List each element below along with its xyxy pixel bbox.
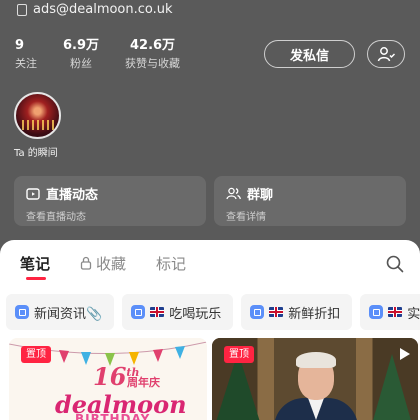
- note-icon: [15, 305, 29, 319]
- chip-deals[interactable]: 新鲜折扣: [241, 294, 353, 330]
- content-sheet: 笔记 收藏 标记 新闻资讯📎 吃喝玩乐 新鲜折扣 实 置顶 16th 周年庆 d…: [0, 240, 420, 420]
- pinned-badge: 置顶: [21, 346, 51, 363]
- message-button[interactable]: 发私信: [264, 40, 355, 68]
- live-card-subtitle: 查看直播动态: [26, 212, 86, 223]
- group-card-title: 群聊: [226, 184, 394, 203]
- tab-marked[interactable]: 标记: [156, 240, 186, 286]
- group-icon: [226, 187, 241, 200]
- note-icon: [250, 305, 265, 319]
- chip-news[interactable]: 新闻资讯📎: [6, 294, 115, 330]
- lock-icon: [80, 256, 92, 270]
- profile-tabs: 笔记 收藏 标记: [0, 240, 420, 286]
- category-chips: 新闻资讯📎 吃喝玩乐 新鲜折扣 实: [0, 294, 420, 330]
- stat-following[interactable]: 9 关注: [15, 38, 37, 72]
- uk-flag-icon: [388, 307, 403, 317]
- stat-likes[interactable]: 42.6万 获赞与收藏: [125, 38, 180, 72]
- follow-button[interactable]: [367, 40, 405, 68]
- tab-notes-label: 笔记: [20, 254, 51, 273]
- group-card-subtitle: 查看详情: [226, 212, 266, 223]
- badge-icon: [16, 3, 27, 16]
- search-icon[interactable]: [386, 255, 404, 273]
- live-card-title: 直播动态: [26, 184, 194, 203]
- group-card-title-text: 群聊: [247, 188, 274, 203]
- stat-likes-value: 42.6万: [129, 38, 176, 53]
- chip-deals-label: 新鲜折扣: [288, 306, 341, 322]
- chip-news-label: 新闻资讯📎: [34, 306, 103, 322]
- person-hair: [296, 352, 336, 368]
- anniversary-text: 周年庆: [127, 376, 160, 389]
- uk-flag-icon: [269, 307, 284, 317]
- stat-likes-label: 获赞与收藏: [125, 57, 181, 70]
- uk-flag-icon: [150, 307, 165, 317]
- live-card[interactable]: 直播动态 查看直播动态: [14, 176, 206, 226]
- live-card-title-text: 直播动态: [46, 188, 99, 203]
- chip-food-fun[interactable]: 吃喝玩乐: [122, 294, 234, 330]
- email-row: ads@dealmoon.co.uk: [16, 0, 173, 18]
- stat-followers-value: 6.9万: [63, 38, 100, 53]
- stat-followers[interactable]: 6.9万 粉丝: [63, 38, 99, 72]
- add-friend-icon: [377, 47, 395, 62]
- pinned-badge: 置顶: [224, 346, 254, 363]
- tv-icon: [26, 188, 40, 200]
- tab-collections[interactable]: 收藏: [80, 240, 126, 286]
- post-card-video[interactable]: 置顶: [212, 338, 418, 420]
- profile-header: ads@dealmoon.co.uk 9 关注 6.9万 粉丝 42.6万 获赞…: [0, 0, 420, 250]
- chip-food-fun-label: 吃喝玩乐: [169, 306, 222, 322]
- note-icon: [131, 305, 146, 319]
- note-icon: [369, 305, 384, 319]
- group-chat-card[interactable]: 群聊 查看详情: [214, 176, 406, 226]
- chip-more[interactable]: 实: [360, 294, 420, 330]
- birthday-text: BIRTHDAY: [75, 412, 151, 420]
- moments-label: Ta 的瞬间: [14, 148, 58, 159]
- profile-stats: 9 关注 6.9万 粉丝 42.6万 获赞与收藏: [15, 38, 180, 72]
- stat-following-label: 关注: [15, 57, 37, 70]
- profile-email: ads@dealmoon.co.uk: [33, 1, 173, 17]
- post-card-anniversary[interactable]: 置顶 16th 周年庆 dealmoon BIRTHDAY: [9, 338, 207, 420]
- tab-notes[interactable]: 笔记: [20, 240, 50, 286]
- tab-marked-label: 标记: [156, 254, 187, 273]
- moment-avatar[interactable]: [14, 92, 61, 139]
- tab-collections-label: 收藏: [96, 254, 127, 273]
- stat-following-value: 9: [15, 38, 25, 53]
- anniversary-number-value: 16: [93, 362, 127, 391]
- stat-followers-label: 粉丝: [70, 57, 93, 70]
- chip-more-label: 实: [407, 306, 420, 322]
